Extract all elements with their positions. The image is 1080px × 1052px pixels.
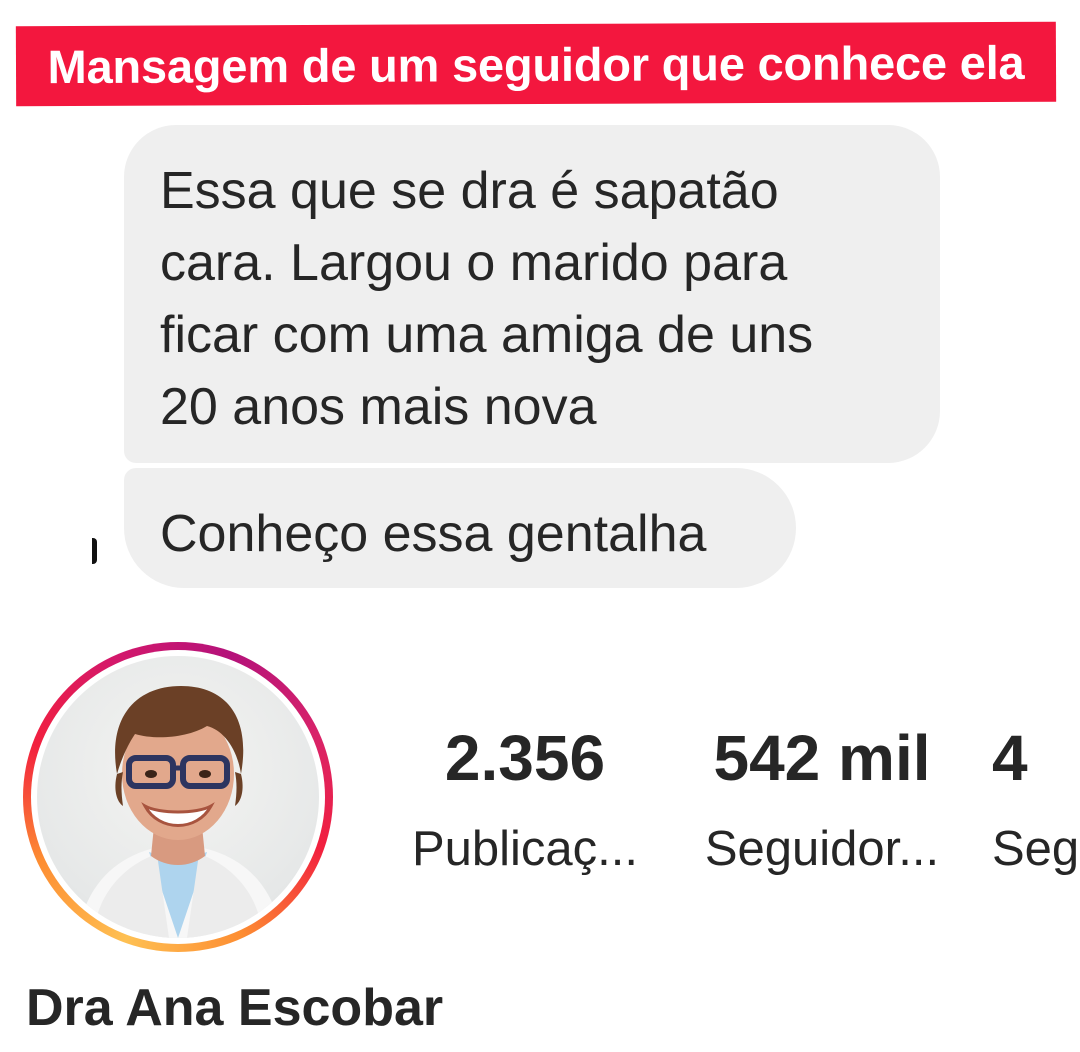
- message-bubble[interactable]: Conheço essa gentalha: [124, 468, 796, 588]
- profile-name: Dra Ana Escobar: [26, 979, 444, 1037]
- stat-posts[interactable]: 2.356 Publicaç...: [390, 718, 660, 882]
- message-line: ficar com uma amiga de uns: [160, 306, 814, 364]
- stat-value: 4: [992, 722, 1028, 794]
- avatar: [31, 650, 325, 944]
- stat-label: Publicaç...: [411, 822, 639, 876]
- profile-stats: 2.356 Publicaç... 542 mil Seguidor... 4 …: [380, 718, 1080, 898]
- message-line: 20 anos mais nova: [160, 378, 597, 436]
- stat-value: 2.356: [444, 722, 606, 794]
- message-bubble[interactable]: Essa que se dra é sapatão cara. Largou o…: [124, 125, 940, 463]
- stat-value: 542 mil: [713, 722, 931, 794]
- caption-banner: Mansagem de um seguidor que conhece ela: [15, 21, 1057, 107]
- stat-label: Seguidor...: [704, 822, 940, 876]
- stat-followers[interactable]: 542 mil Seguidor...: [684, 718, 960, 882]
- stat-following[interactable]: 4 Seg: [992, 718, 1080, 882]
- message-line: Essa que se dra é sapatão: [160, 162, 779, 220]
- sender-avatar-edge: [92, 538, 97, 564]
- message-line: Conheço essa gentalha: [160, 505, 707, 563]
- story-ring[interactable]: [23, 642, 333, 952]
- stat-label: Seg: [992, 822, 1080, 876]
- profile-photo: [37, 656, 319, 938]
- message-line: cara. Largou o marido para: [160, 234, 788, 292]
- caption-text: Mansagem de um seguidor que conhece ela: [47, 35, 1025, 93]
- profile-photo-icon: [77, 686, 283, 938]
